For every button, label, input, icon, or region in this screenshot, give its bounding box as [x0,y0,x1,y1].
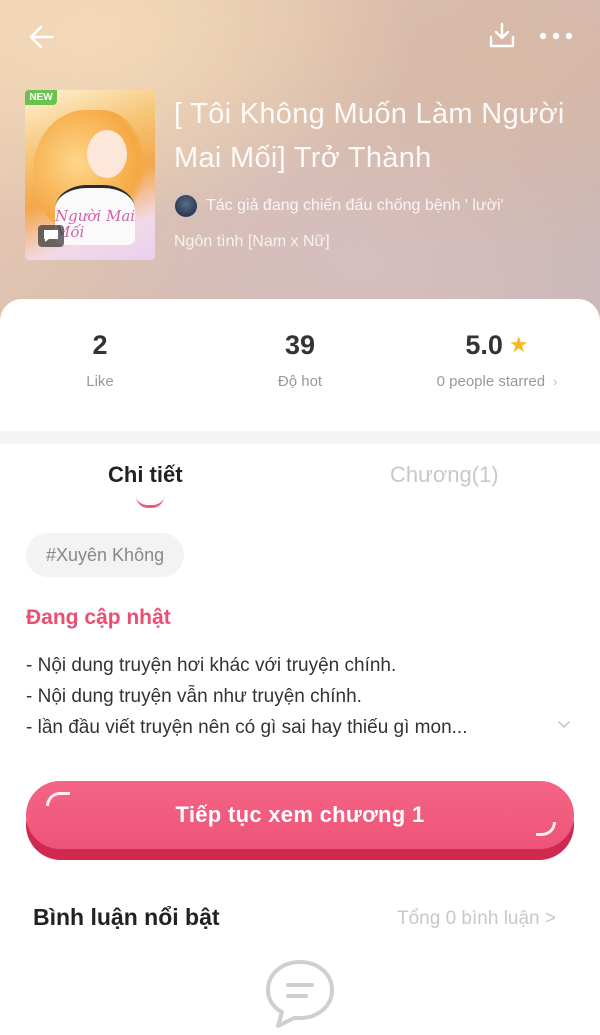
genre-label: Ngôn tình [Nam x Nữ] [174,233,330,250]
comments-title: Bình luận nổi bật [33,904,220,930]
comment-bubble-icon [262,956,338,1032]
rating-label-text: 0 people starred [436,373,546,390]
top-bar [0,0,600,72]
stats-card: 2 Like 39 Độ hot 5.0 ★ 0 people starred › [0,299,600,431]
comments-total-link[interactable]: Tổng 0 bình luận > [397,908,556,930]
more-dots-icon [539,32,573,40]
description-line: - Nội dung truyện hơi khác với truyện ch… [26,655,397,676]
cover-title-text: Người Mai Mối [55,207,136,241]
description-line: - lần đầu viết truyện nên có gì sai hay … [26,717,468,738]
rating-value: 5.0 [465,330,503,360]
stat-hot: 39 Độ hot [255,327,345,390]
star-icon: ★ [508,332,529,357]
update-status: Đang cập nhật [26,606,171,629]
chevron-right-icon: › [553,374,558,389]
author-row[interactable]: Tác giả đang chiến đấu chống bệnh ' lười… [174,193,504,219]
description-line: - Nội dung truyện vẫn như truyện chính. [26,686,362,707]
back-button[interactable] [26,20,60,54]
book-cover[interactable]: Người Mai Mối NEW [25,90,155,260]
continue-reading-button[interactable]: Tiếp tục xem chương 1 [26,781,574,849]
tab-chapters[interactable]: Chương(1) [390,462,499,488]
download-icon [489,22,515,48]
rating-label[interactable]: 0 people starred › [412,373,582,390]
expand-chevron-icon[interactable] [556,718,572,730]
download-button[interactable] [486,20,518,52]
hot-label: Độ hot [277,373,323,390]
description: - Nội dung truyện hơi khác với truyện ch… [26,650,566,743]
new-badge: NEW [25,90,57,105]
genre-tag[interactable]: #Xuyên Không [26,533,185,577]
stat-likes: 2 Like [60,327,140,390]
stat-rating[interactable]: 5.0 ★ 0 people starred › [412,327,582,390]
rating-row: 5.0 ★ [412,327,582,363]
tab-active-indicator [136,496,164,508]
story-title: [ Tôi Không Muốn Làm Người Mai Mối] Trở … [174,98,565,174]
hot-count: 39 [284,330,316,360]
likes-count: 2 [92,330,108,360]
likes-label: Like [86,373,114,390]
chat-badge [38,225,64,247]
section-divider [0,431,600,444]
cover-art-face [87,130,127,178]
back-arrow-icon [29,25,54,49]
more-options-button[interactable] [538,22,574,50]
tab-detail[interactable]: Chi tiết [108,462,183,488]
chat-bubble-icon [44,230,58,242]
author-avatar[interactable] [174,194,198,218]
author-name[interactable]: Tác giả đang chiến đấu chống bệnh ' lười… [206,197,504,215]
